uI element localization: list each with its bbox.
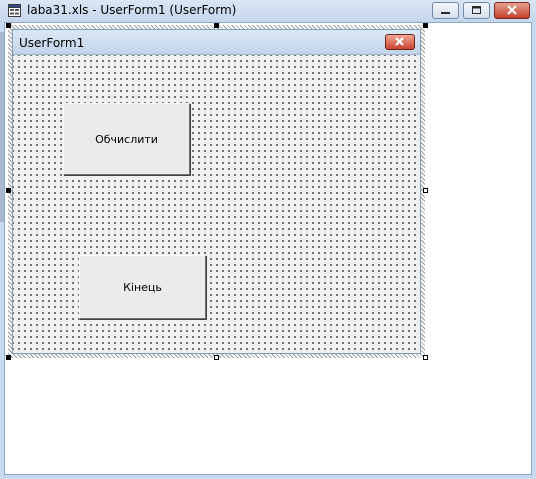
- maximize-button[interactable]: [463, 2, 490, 19]
- resize-handle-top-center: [214, 23, 219, 28]
- close-icon: [395, 37, 404, 46]
- resize-handle-middle-left: [6, 188, 11, 193]
- minimize-button[interactable]: [432, 2, 459, 19]
- userform[interactable]: UserForm1 Обчислити Кінець: [12, 29, 421, 354]
- resize-handle-bottom-left: [6, 355, 11, 360]
- resize-handle-bottom-right[interactable]: [423, 355, 428, 360]
- minimize-icon: [441, 12, 450, 14]
- designer-window: laba31.xls - UserForm1 (UserForm) UserFo…: [0, 0, 536, 479]
- calculate-button[interactable]: Обчислити: [63, 103, 190, 175]
- maximize-icon: [472, 6, 481, 14]
- left-edge-strip: [0, 32, 4, 222]
- userform-grid[interactable]: Обчислити Кінець: [13, 55, 420, 353]
- userform-titlebar[interactable]: UserForm1: [13, 30, 420, 55]
- vba-form-icon: [8, 4, 21, 17]
- close-button[interactable]: [494, 2, 530, 19]
- userform-caption: UserForm1: [19, 36, 85, 50]
- userform-close-button[interactable]: [385, 34, 415, 50]
- window-titlebar[interactable]: laba31.xls - UserForm1 (UserForm): [0, 0, 536, 22]
- close-icon: [507, 5, 517, 15]
- resize-handle-top-right: [423, 23, 428, 28]
- resize-handle-top-left: [6, 23, 11, 28]
- resize-handle-middle-right[interactable]: [423, 188, 428, 193]
- end-button[interactable]: Кінець: [79, 255, 206, 319]
- window-title: laba31.xls - UserForm1 (UserForm): [27, 3, 237, 17]
- resize-handle-bottom-center[interactable]: [214, 355, 219, 360]
